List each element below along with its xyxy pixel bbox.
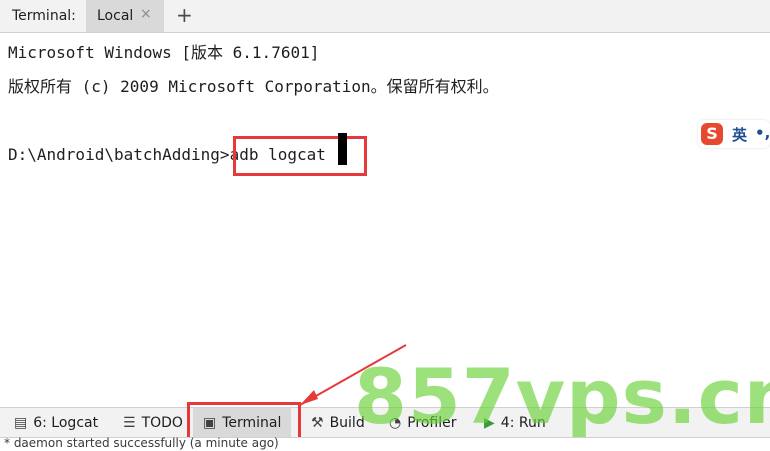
terminal-tabs-label: Terminal: (12, 8, 76, 24)
logcat-tool-button[interactable]: ▤ 6: Logcat (14, 408, 98, 438)
terminal-line-copyright: 版权所有 (c) 2009 Microsoft Corporation。保留所有… (8, 77, 499, 96)
ime-punctuation-indicator[interactable]: •, (755, 124, 770, 142)
text-cursor (338, 133, 347, 165)
add-tab-icon[interactable]: + (176, 3, 193, 27)
terminal-prompt: D:\Android\batchAdding> (8, 145, 230, 164)
terminal-tab-bar: Terminal: Local × + (0, 0, 770, 33)
todo-tool-button[interactable]: ☰ TODO (123, 408, 183, 438)
tab-local-label: Local (97, 8, 134, 24)
status-bar: * daemon started successfully (a minute … (0, 436, 770, 451)
sogou-logo-icon: S (701, 123, 723, 145)
terminal-output[interactable]: Microsoft Windows [版本 6.1.7601] 版权所有 (c)… (0, 33, 770, 407)
watermark-text: 857vps.cn (354, 352, 770, 441)
close-icon[interactable]: × (140, 6, 152, 22)
ime-toolbar[interactable]: S 英 •, (698, 120, 770, 148)
tab-local[interactable]: Local × (86, 0, 164, 32)
hammer-icon: ⚒ (311, 415, 324, 431)
list-icon: ☰ (123, 415, 136, 431)
todo-label: TODO (141, 415, 183, 431)
logcat-label: 6: Logcat (33, 415, 99, 431)
status-message: * daemon started successfully (a minute … (4, 436, 279, 450)
terminal-line-version: Microsoft Windows [版本 6.1.7601] (8, 43, 320, 62)
ime-mode-indicator[interactable]: 英 (732, 124, 747, 145)
logcat-icon: ▤ (14, 415, 28, 431)
